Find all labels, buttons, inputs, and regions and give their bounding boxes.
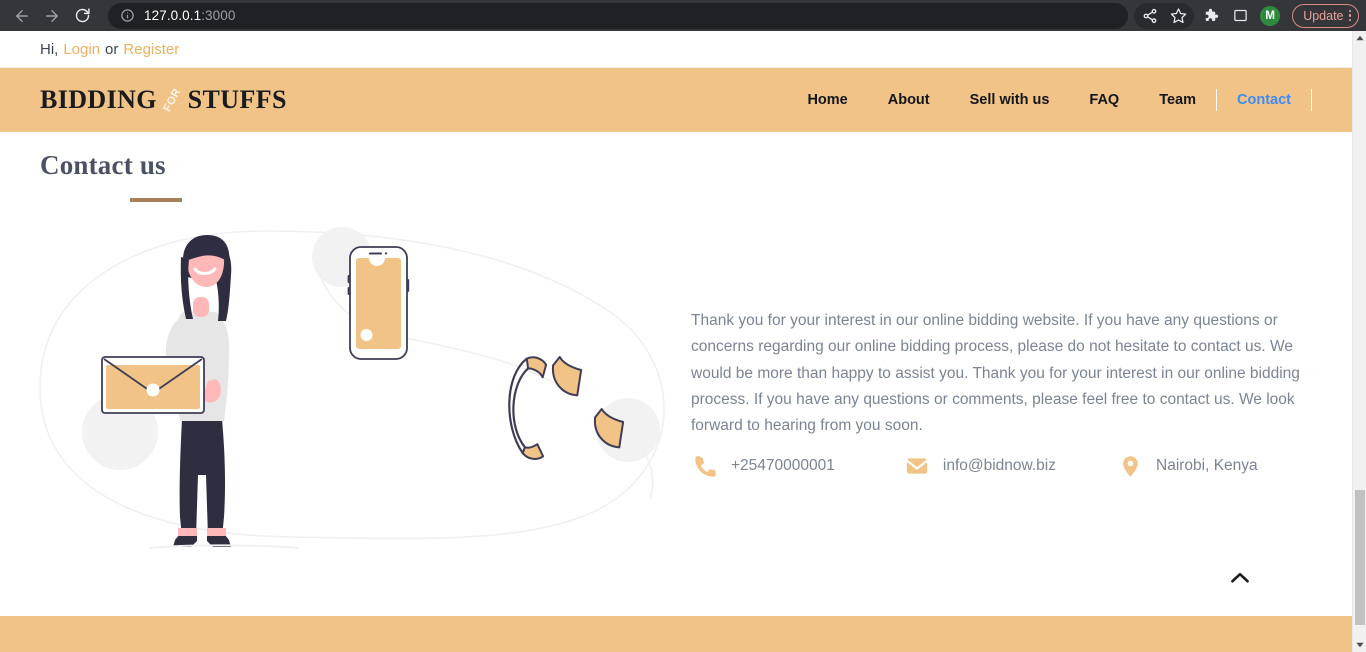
phone-icon <box>691 452 719 480</box>
side-panel-button[interactable] <box>1226 2 1254 30</box>
site-logo[interactable]: BIDDING FOR STUFFS <box>40 85 287 115</box>
url-host: 127.0.0.1 <box>144 8 202 23</box>
site-header: BIDDING FOR STUFFS Home About Sell with … <box>0 68 1352 132</box>
contact-description: Thank you for your interest in our onlin… <box>691 308 1316 439</box>
address-bar-url: 127.0.0.1:3000 <box>144 8 236 23</box>
contact-phone-value: +25470000001 <box>731 457 835 474</box>
chevron-up-icon <box>1231 572 1249 583</box>
arrow-left-icon <box>16 9 28 22</box>
register-link[interactable]: Register <box>123 41 179 58</box>
page-title: Contact us <box>40 150 166 180</box>
nav-separator-right <box>1311 89 1312 111</box>
site-footer <box>0 616 1352 652</box>
share-icon <box>1143 8 1157 23</box>
star-icon <box>1170 8 1186 24</box>
contact-email[interactable]: info@bidnow.biz <box>903 452 1056 480</box>
contact-details-row: +25470000001 info@bidnow.biz Nairobi, Ke… <box>691 452 1316 480</box>
puzzle-piece-icon <box>1205 8 1218 22</box>
title-underline-rule <box>130 198 182 202</box>
scrollbar-down-arrow[interactable] <box>1353 638 1366 652</box>
address-bar[interactable]: 127.0.0.1:3000 <box>108 2 1128 29</box>
page-content: Contact us Thank you for your interest i… <box>0 132 1352 616</box>
contact-phone[interactable]: +25470000001 <box>691 452 835 480</box>
reload-icon <box>75 8 90 23</box>
nav-item-contact[interactable]: Contact <box>1217 92 1311 108</box>
logo-text-secondary: STUFFS <box>187 85 287 114</box>
browser-toolbar: 127.0.0.1:3000 M Update <box>0 0 1366 31</box>
arrow-right-icon <box>46 9 58 22</box>
reload-button[interactable] <box>68 2 96 30</box>
profile-avatar[interactable]: M <box>1260 5 1281 26</box>
contact-location[interactable]: Nairobi, Kenya <box>1116 452 1258 480</box>
update-button-label: Update <box>1303 8 1344 23</box>
nav-item-sell-with-us[interactable]: Sell with us <box>950 92 1070 108</box>
forward-button[interactable] <box>38 2 66 30</box>
nav-item-home[interactable]: Home <box>787 92 867 108</box>
page-scrollbar[interactable] <box>1352 31 1366 652</box>
contact-illustration-svg <box>39 227 665 549</box>
scroll-down-arrow-icon <box>1356 642 1364 648</box>
greeting-text: Hi, <box>40 40 59 58</box>
main-navigation: Home About Sell with us FAQ Team Contact <box>787 89 1312 111</box>
contact-illustration <box>30 217 690 562</box>
contact-description-text: Thank you for your interest in our onlin… <box>691 312 1300 435</box>
browser-nav-buttons <box>0 2 96 30</box>
contact-email-value: info@bidnow.biz <box>942 457 1056 474</box>
kebab-menu-icon[interactable] <box>1348 9 1351 22</box>
back-button[interactable] <box>8 2 36 30</box>
envelope-icon <box>903 452 931 480</box>
nav-item-faq[interactable]: FAQ <box>1069 92 1139 108</box>
login-link[interactable]: Login <box>63 41 100 58</box>
extensions-button[interactable] <box>1196 2 1224 30</box>
bookmark-button[interactable] <box>1164 2 1192 30</box>
url-port: :3000 <box>201 8 236 23</box>
nav-item-team[interactable]: Team <box>1139 92 1216 108</box>
page-viewport: Hi, Login or Register BIDDING FOR STUFFS… <box>0 31 1352 652</box>
contact-location-value: Nairobi, Kenya <box>1156 457 1258 474</box>
logo-text-primary: BIDDING <box>40 85 157 114</box>
account-strip: Hi, Login or Register <box>0 31 1352 68</box>
share-bookmark-group <box>1134 2 1195 30</box>
scrollbar-thumb[interactable] <box>1355 490 1365 625</box>
scrollbar-up-arrow[interactable] <box>1353 31 1366 45</box>
update-button[interactable]: Update <box>1292 3 1359 28</box>
side-panel-icon <box>1233 9 1247 22</box>
browser-actions: M Update <box>1134 2 1366 30</box>
share-button[interactable] <box>1136 2 1164 30</box>
logo-text-for: FOR <box>161 86 184 114</box>
nav-item-about[interactable]: About <box>868 92 950 108</box>
scroll-up-arrow-icon <box>1356 35 1364 41</box>
info-circle-icon[interactable] <box>120 8 135 23</box>
conjunction-text: or <box>105 40 119 58</box>
scroll-to-top-button[interactable] <box>1223 561 1257 595</box>
location-pin-icon <box>1116 452 1144 480</box>
